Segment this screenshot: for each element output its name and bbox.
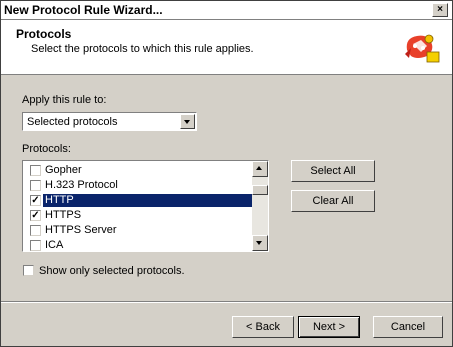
list-item[interactable]: H.323 Protocol xyxy=(24,178,253,193)
list-item[interactable]: ICA xyxy=(24,238,253,251)
protocol-checkbox[interactable] xyxy=(30,180,41,191)
select-all-button[interactable]: Select All xyxy=(291,160,375,182)
show-only-selected-label: Show only selected protocols. xyxy=(39,265,185,277)
protocol-checkbox[interactable] xyxy=(30,165,41,176)
protocols-label: Protocols: xyxy=(22,143,71,155)
dropdown-arrow-button[interactable] xyxy=(180,114,195,129)
close-button[interactable]: × xyxy=(432,3,448,17)
apply-rule-dropdown[interactable]: Selected protocols xyxy=(22,112,197,131)
protocol-checkbox[interactable]: ✓ xyxy=(30,210,41,221)
wizard-window: New Protocol Rule Wizard... × Protocols … xyxy=(0,0,453,347)
protocol-label: H.323 Protocol xyxy=(45,179,118,191)
footer-separator xyxy=(1,301,452,303)
scroll-thumb[interactable] xyxy=(252,185,268,195)
protocols-list[interactable]: Gopher H.323 Protocol ✓ HTTP ✓ HTTPS HTTPS Ser… xyxy=(22,160,269,252)
arrow-up-icon xyxy=(256,166,262,170)
next-button[interactable]: Next > xyxy=(298,316,360,338)
wizard-protocol-icon xyxy=(405,34,440,63)
protocol-label: HTTP xyxy=(43,194,253,207)
protocol-label: HTTPS xyxy=(45,209,82,221)
list-item[interactable]: ✓ HTTP xyxy=(24,193,253,208)
wizard-header: Protocols Select the protocols to which … xyxy=(1,20,452,75)
title-bar: New Protocol Rule Wizard... × xyxy=(1,1,452,20)
cancel-button[interactable]: Cancel xyxy=(373,316,443,338)
back-button[interactable]: < Back xyxy=(232,316,294,338)
protocols-items: Gopher H.323 Protocol ✓ HTTP ✓ HTTPS HTTPS Ser… xyxy=(24,163,253,251)
clear-all-button[interactable]: Clear All xyxy=(291,190,375,212)
list-item[interactable]: Gopher xyxy=(24,163,253,178)
protocol-checkbox[interactable]: ✓ xyxy=(30,195,41,206)
scroll-up-button[interactable] xyxy=(252,161,268,177)
protocol-label: ICA xyxy=(45,239,64,251)
apply-rule-label: Apply this rule to: xyxy=(22,94,107,106)
list-item[interactable]: ✓ HTTPS xyxy=(24,208,253,223)
protocol-checkbox[interactable] xyxy=(30,225,41,236)
arrow-down-icon xyxy=(256,241,262,245)
show-only-selected-checkbox[interactable] xyxy=(23,265,34,276)
scroll-down-button[interactable] xyxy=(252,235,268,251)
protocol-label: HTTPS Server xyxy=(45,224,117,236)
page-title: Protocols xyxy=(16,27,72,41)
protocol-checkbox[interactable] xyxy=(30,240,41,251)
apply-rule-value: Selected protocols xyxy=(27,116,118,128)
window-title: New Protocol Rule Wizard... xyxy=(4,3,163,17)
chevron-down-icon xyxy=(184,120,190,124)
list-item[interactable]: HTTPS Server xyxy=(24,223,253,238)
page-subtitle: Select the protocols to which this rule … xyxy=(31,43,254,55)
protocol-label: Gopher xyxy=(45,164,82,176)
list-scrollbar[interactable] xyxy=(252,161,268,251)
